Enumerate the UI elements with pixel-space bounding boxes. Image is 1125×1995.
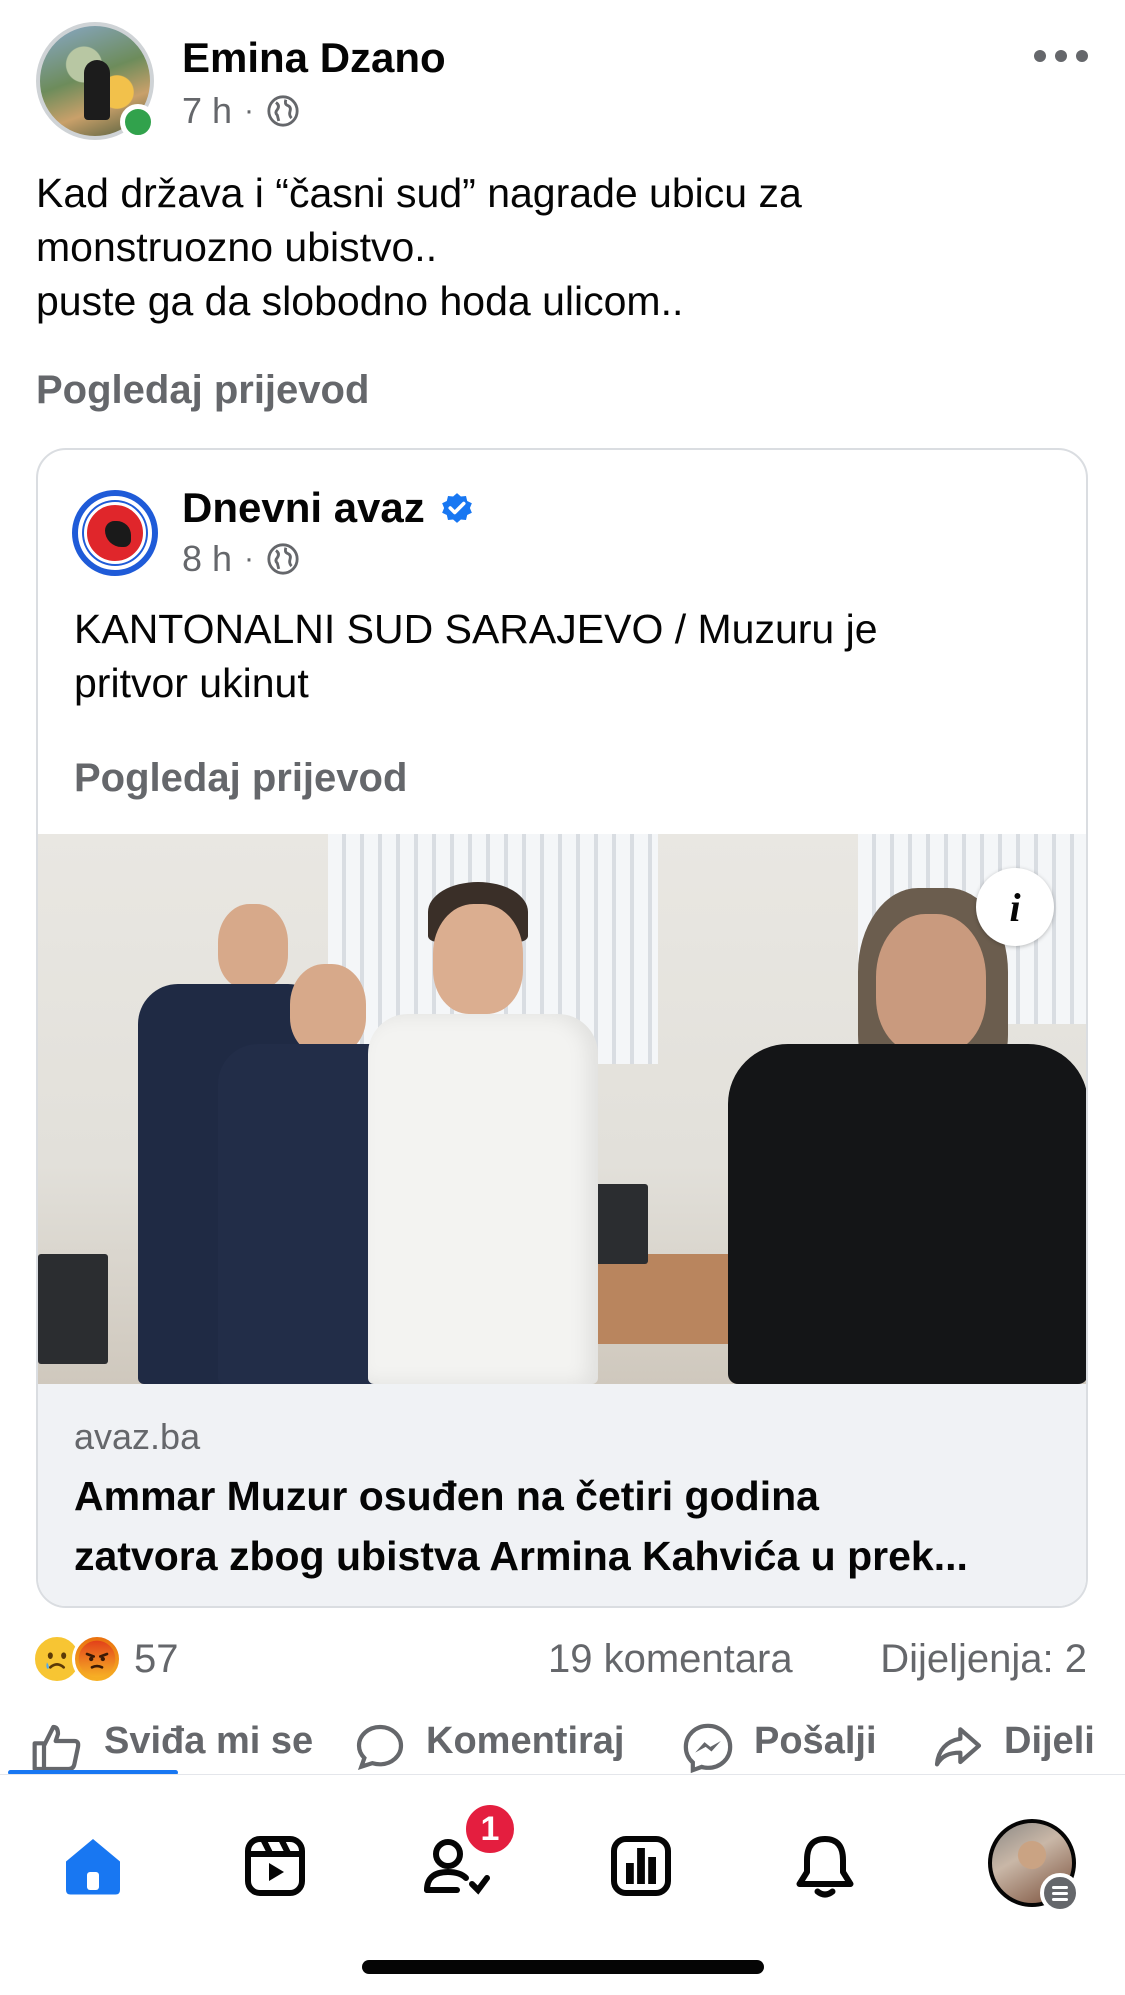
post-meta: 7 h · [182, 90, 300, 132]
dashboard-icon [611, 1836, 671, 1896]
thumbs-up-icon [32, 1724, 81, 1772]
comment-icon [356, 1724, 404, 1770]
share-icon [934, 1727, 982, 1767]
shared-text-line: pritvor ukinut [74, 660, 309, 706]
comments-count[interactable]: 19 komentara [548, 1632, 793, 1686]
meta-separator: · [244, 542, 255, 575]
nav-dashboard[interactable] [596, 1821, 686, 1911]
reaction-count[interactable]: 57 [134, 1637, 179, 1682]
article-photo[interactable]: i [38, 834, 1086, 1384]
info-button[interactable]: i [976, 868, 1054, 946]
post-header: Emina Dzano 7 h · [36, 22, 1096, 142]
post-actions-bar: Sviđa mi se Komentiraj Pošalji Dijeli [0, 1720, 1125, 1774]
messenger-icon [683, 1723, 733, 1774]
shared-post-card[interactable]: Dnevni avaz 8 h · KANTONALNI SUD SARAJEV… [36, 448, 1088, 1608]
post-text-line: Kad država i “časni sud” nagrade ubicu z… [36, 170, 802, 216]
send-label: Pošalji [754, 1720, 877, 1762]
page-avatar[interactable] [72, 490, 158, 576]
post-time[interactable]: 7 h [182, 90, 232, 132]
notifications-icon [796, 1836, 854, 1898]
page-name-text[interactable]: Dnevni avaz [182, 484, 425, 532]
verified-badge-icon [441, 493, 472, 523]
globe-icon [267, 543, 299, 575]
link-preview[interactable]: avaz.ba Ammar Muzur osuđen na četiri god… [38, 1384, 1086, 1606]
nav-notifications[interactable] [780, 1821, 870, 1911]
home-icon [66, 1839, 120, 1895]
author-name[interactable]: Emina Dzano [182, 34, 446, 82]
home-indicator [362, 1960, 764, 1974]
share-label: Dijeli [1004, 1720, 1095, 1762]
post-text: Kad država i “časni sud” nagrade ubicu z… [36, 166, 1076, 328]
nav-home[interactable] [48, 1821, 138, 1911]
post-text-line: monstruozno ubistvo.. [36, 224, 438, 270]
link-domain: avaz.ba [74, 1416, 201, 1457]
send-button[interactable]: Pošalji [680, 1720, 877, 1774]
link-title-line: Ammar Muzur osuđen na četiri godina [74, 1473, 819, 1519]
online-status-indicator [120, 104, 156, 140]
globe-icon [267, 95, 299, 127]
like-label: Sviđa mi se [104, 1720, 314, 1762]
link-title-line: zatvora zbog ubistva Armina Kahvića u pr… [74, 1533, 968, 1579]
see-translation-link[interactable]: Pogledaj prijevod [36, 368, 369, 413]
shared-see-translation-link[interactable]: Pogledaj prijevod [74, 756, 407, 801]
link-title[interactable]: Ammar Muzur osuđen na četiri godina zatv… [74, 1466, 1064, 1586]
more-options-button[interactable] [1026, 36, 1096, 76]
nav-video[interactable] [230, 1821, 320, 1911]
comment-label: Komentiraj [426, 1720, 625, 1762]
comment-button[interactable]: Komentiraj [352, 1720, 624, 1774]
shares-count[interactable]: Dijeljenja: 2 [880, 1632, 1087, 1686]
share-button[interactable]: Dijeli [930, 1720, 1095, 1774]
shared-post-text: KANTONALNI SUD SARAJEVO / Muzuru je prit… [74, 602, 1064, 710]
shared-post-time[interactable]: 8 h [182, 538, 232, 580]
page-name[interactable]: Dnevni avaz [182, 484, 475, 532]
menu-icon [1040, 1873, 1080, 1913]
shared-post-meta: 8 h · [182, 538, 300, 580]
meta-separator: · [244, 94, 255, 127]
like-button[interactable]: Sviđa mi se [30, 1720, 313, 1774]
friends-notification-badge: 1 [462, 1801, 518, 1857]
post-text-line: puste ga da slobodno hoda ulicom.. [36, 278, 684, 324]
reactions-summary[interactable]: 57 [32, 1632, 179, 1686]
author-avatar[interactable] [36, 22, 158, 144]
video-icon [245, 1836, 305, 1896]
shared-text-line: KANTONALNI SUD SARAJEVO / Muzuru je [74, 606, 878, 652]
angry-reaction-icon [72, 1634, 122, 1684]
